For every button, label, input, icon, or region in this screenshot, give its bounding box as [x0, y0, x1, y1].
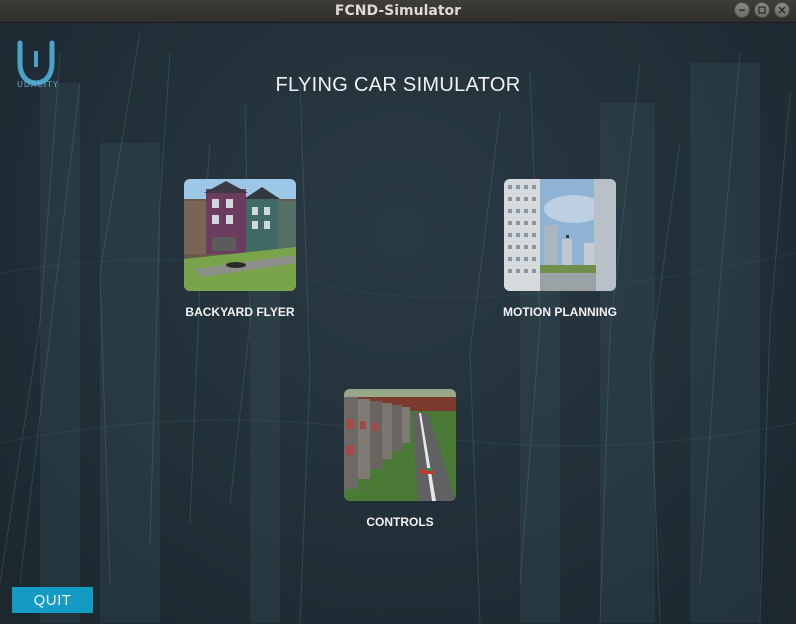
- close-icon: [778, 6, 786, 14]
- backyard-flyer-thumbnail[interactable]: [184, 179, 296, 291]
- road-houses-image: [344, 389, 456, 501]
- maximize-button[interactable]: [754, 2, 770, 18]
- window-titlebar: FCND-Simulator: [0, 0, 796, 23]
- backyard-houses-image: [184, 179, 296, 291]
- controls-label[interactable]: CONTROLS: [304, 515, 496, 529]
- scenario-backyard-flyer[interactable]: BACKYARD FLYER: [184, 179, 296, 319]
- window-title: FCND-Simulator: [334, 3, 462, 19]
- controls-thumbnail[interactable]: [344, 389, 456, 501]
- maximize-icon: [758, 6, 766, 14]
- city-towers-image: [504, 179, 616, 291]
- city-background-image: [0, 32, 796, 624]
- minimize-icon: [739, 9, 745, 11]
- motion-planning-label[interactable]: MOTION PLANNING: [464, 305, 656, 319]
- simulator-menu: UDACITY FLYING CAR SIMULATOR BACKYARD FL…: [0, 23, 796, 624]
- quit-button[interactable]: QUIT: [12, 587, 93, 613]
- scenario-motion-planning[interactable]: MOTION PLANNING: [503, 179, 617, 319]
- scenario-controls[interactable]: CONTROLS: [344, 389, 456, 529]
- window-controls: [734, 2, 790, 18]
- close-button[interactable]: [774, 2, 790, 18]
- minimize-button[interactable]: [734, 2, 750, 18]
- backyard-flyer-label[interactable]: BACKYARD FLYER: [144, 305, 336, 319]
- page-title: FLYING CAR SIMULATOR: [275, 74, 521, 96]
- motion-planning-thumbnail[interactable]: [504, 179, 616, 291]
